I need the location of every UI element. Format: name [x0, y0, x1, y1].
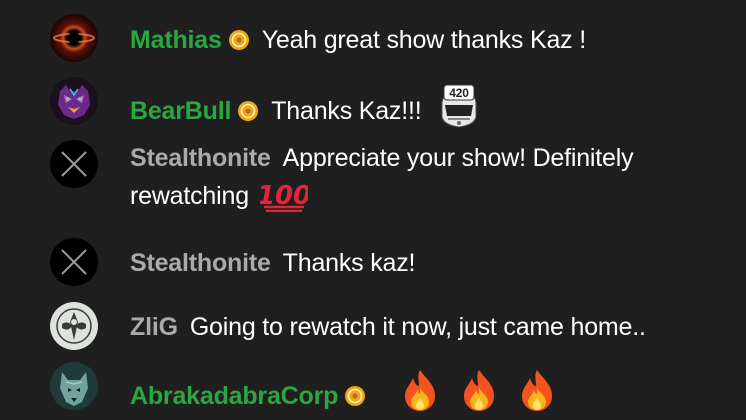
- chat-message: Stealthonite Appreciate your show! Defini…: [0, 138, 746, 218]
- chat-message: AbrakadabraCorp: [0, 362, 746, 420]
- crossed-circle-avatar-icon: [50, 238, 98, 286]
- black-hole-avatar-icon: [50, 14, 98, 62]
- member-badge-icon: [344, 385, 366, 407]
- fire-emoji-icon: [518, 368, 556, 412]
- author-name[interactable]: Mathias: [130, 26, 222, 54]
- author-name[interactable]: Stealthonite: [130, 144, 271, 172]
- chat-message: BearBull Thanks Kaz!!! 420: [0, 77, 746, 129]
- message-text: Going to rewatch it now, just came home.…: [189, 313, 646, 341]
- message-text: Thanks Kaz!!!: [271, 97, 422, 125]
- author-name[interactable]: BearBull: [130, 97, 231, 125]
- author-avatar[interactable]: [50, 77, 98, 125]
- svg-text:420: 420: [450, 86, 470, 100]
- author-name[interactable]: AbrakadabraCorp: [130, 382, 338, 410]
- message-text: Yeah great show thanks Kaz !: [261, 26, 586, 54]
- message-text: Thanks kaz!: [282, 249, 416, 277]
- chat-message: Stealthonite Thanks kaz!: [0, 238, 746, 290]
- author-avatar[interactable]: [50, 302, 98, 350]
- 420-helmet-emote-icon: 420: [434, 83, 484, 131]
- member-badge-icon: [228, 29, 250, 51]
- author-avatar[interactable]: [50, 14, 98, 62]
- fire-emoji-icon: [460, 368, 498, 412]
- hundred-points-emoji-icon: 100: [260, 178, 308, 212]
- author-avatar[interactable]: [50, 140, 98, 188]
- chat-message: ZliG Going to rewatch it now, just came h…: [0, 302, 746, 354]
- live-chat-feed: Mathias Yeah great show thanks Kaz ! Bear…: [0, 0, 746, 420]
- author-name[interactable]: Stealthonite: [130, 249, 271, 277]
- author-avatar[interactable]: [50, 362, 98, 410]
- ornament-avatar-icon: [50, 302, 98, 350]
- crossed-circle-avatar-icon: [50, 140, 98, 188]
- author-avatar[interactable]: [50, 238, 98, 286]
- wolf-avatar-icon: [50, 362, 98, 410]
- author-name[interactable]: ZliG: [130, 313, 178, 341]
- fire-emoji-icon: [401, 368, 439, 412]
- member-badge-icon: [237, 100, 259, 122]
- chat-message: Mathias Yeah great show thanks Kaz !: [0, 14, 746, 66]
- neon-bear-avatar-icon: [50, 77, 98, 125]
